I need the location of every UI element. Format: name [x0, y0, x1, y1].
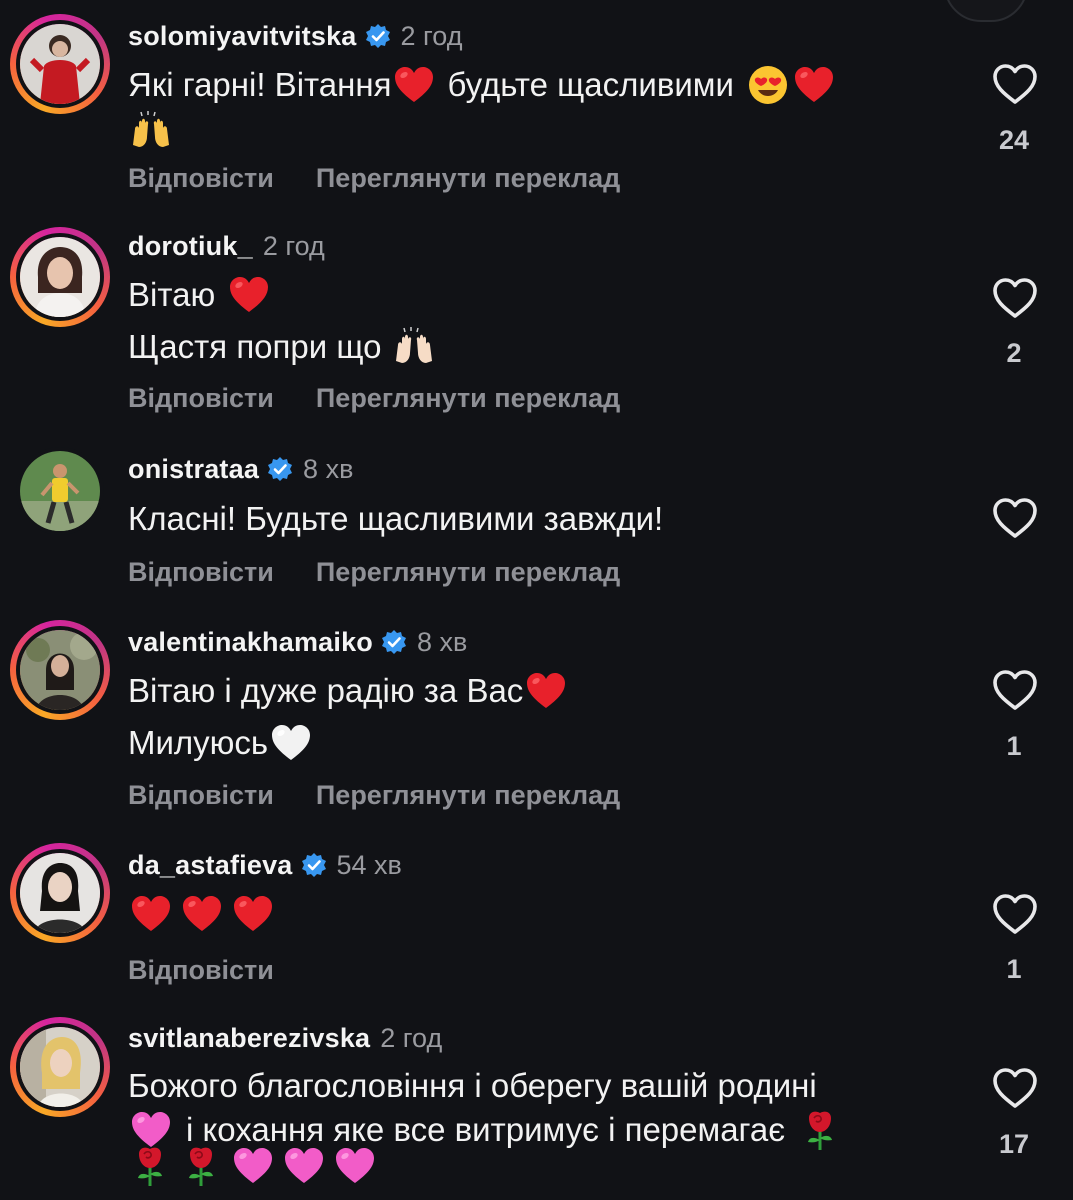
pink-heart-emoji — [231, 1144, 275, 1188]
timestamp: 54 хв — [336, 849, 402, 880]
verified-badge-icon — [267, 456, 293, 482]
verified-badge-icon — [381, 629, 407, 655]
comment-text: Які гарні! Вітання будьте щасливими — [128, 60, 837, 110]
avatar-wrapper[interactable] — [10, 441, 110, 541]
raising-hands-emoji — [392, 325, 436, 369]
see-translation-button[interactable]: Переглянути переклад — [316, 163, 620, 194]
like-count: 1 — [1006, 731, 1022, 761]
heart-eyes-emoji — [746, 63, 790, 107]
timestamp: 2 год — [262, 230, 325, 261]
heart-outline-icon[interactable] — [991, 1066, 1039, 1110]
comment-text: Класні! Будьте щасливими завжди! — [128, 494, 663, 544]
comment-text-segment: Божого благословіння і оберегу вашій род… — [128, 1067, 817, 1104]
comment-text: Божого благословіння і оберегу вашій род… — [128, 1061, 817, 1111]
reply-button[interactable]: Відповісти — [128, 955, 274, 986]
timestamp: 8 хв — [417, 626, 468, 657]
username[interactable]: dorotiuk_ — [128, 231, 253, 262]
rose-emoji — [180, 1144, 224, 1188]
comment-text: Вітаю і дуже радію за Вас — [128, 666, 569, 716]
comment-text-continued — [128, 1141, 378, 1191]
avatar[interactable] — [16, 233, 104, 321]
top-circle-button[interactable] — [944, 0, 1028, 22]
story-ring[interactable] — [10, 1017, 110, 1117]
verified-badge-icon — [301, 852, 327, 878]
comment-text-continued — [128, 106, 174, 156]
username[interactable]: valentinakhamaiko — [128, 627, 373, 658]
avatar[interactable] — [16, 1023, 104, 1111]
story-ring[interactable] — [10, 843, 110, 943]
reply-button[interactable]: Відповісти — [128, 383, 274, 414]
rose-emoji — [799, 1108, 843, 1152]
raising-hands-emoji — [129, 109, 173, 153]
avatar[interactable] — [16, 849, 104, 937]
comment-text-segment: Вітаю — [128, 276, 216, 313]
story-ring[interactable] — [10, 14, 110, 114]
story-ring[interactable] — [10, 620, 110, 720]
see-translation-button[interactable]: Переглянути переклад — [316, 383, 620, 414]
timestamp: 2 год — [400, 20, 463, 51]
comment-text: Вітаю — [128, 270, 272, 320]
like-count: 2 — [1006, 338, 1022, 368]
username[interactable]: solomiyavitvitska — [128, 21, 357, 52]
username[interactable]: da_astafieva — [128, 850, 293, 881]
red-heart-emoji — [392, 63, 436, 107]
heart-outline-icon[interactable] — [991, 668, 1039, 712]
comment-text-segment: будьте щасливими — [447, 66, 734, 103]
comment-text — [128, 889, 276, 939]
reply-button[interactable]: Відповісти — [128, 780, 274, 811]
rose-emoji — [129, 1144, 173, 1188]
avatar[interactable] — [16, 20, 104, 108]
see-translation-button[interactable]: Переглянути переклад — [316, 780, 620, 811]
username[interactable]: svitlanaberezivska — [128, 1023, 370, 1054]
like-count: 1 — [1006, 954, 1022, 984]
heart-outline-icon[interactable] — [991, 276, 1039, 320]
red-heart-emoji — [231, 892, 275, 936]
comment-text-segment: Класні! Будьте щасливими завжди! — [128, 500, 664, 537]
pink-heart-emoji — [333, 1144, 377, 1188]
comment-text-segment: Які гарні! Вітання — [128, 66, 392, 103]
reply-button[interactable]: Відповісти — [128, 557, 274, 588]
red-heart-emoji — [792, 63, 836, 107]
white-heart-emoji — [269, 721, 313, 765]
reply-button[interactable]: Відповісти — [128, 163, 274, 194]
story-ring[interactable] — [10, 227, 110, 327]
see-translation-button[interactable]: Переглянути переклад — [316, 557, 620, 588]
username[interactable]: onistrataa — [128, 454, 259, 485]
timestamp: 2 год — [380, 1022, 443, 1053]
red-heart-emoji — [180, 892, 224, 936]
pink-heart-emoji — [282, 1144, 326, 1188]
comment-text-continued: Щастя попри що — [128, 322, 437, 372]
avatar[interactable] — [16, 447, 104, 535]
red-heart-emoji — [227, 273, 271, 317]
comment-text-segment: Милуюсь — [128, 724, 269, 761]
avatar[interactable] — [16, 626, 104, 714]
like-count: 17 — [998, 1129, 1030, 1159]
red-heart-emoji — [524, 669, 568, 713]
comment-text-continued: Милуюсь — [128, 718, 314, 768]
heart-outline-icon[interactable] — [991, 496, 1039, 540]
timestamp: 8 хв — [303, 453, 354, 484]
heart-outline-icon[interactable] — [991, 892, 1039, 936]
like-count: 24 — [998, 125, 1030, 155]
comment-text-segment: Вітаю і дуже радію за Вас — [128, 672, 524, 709]
heart-outline-icon[interactable] — [991, 62, 1039, 106]
red-heart-emoji — [129, 892, 173, 936]
comment-text-segment: Щастя попри що — [128, 328, 382, 365]
verified-badge-icon — [365, 23, 391, 49]
